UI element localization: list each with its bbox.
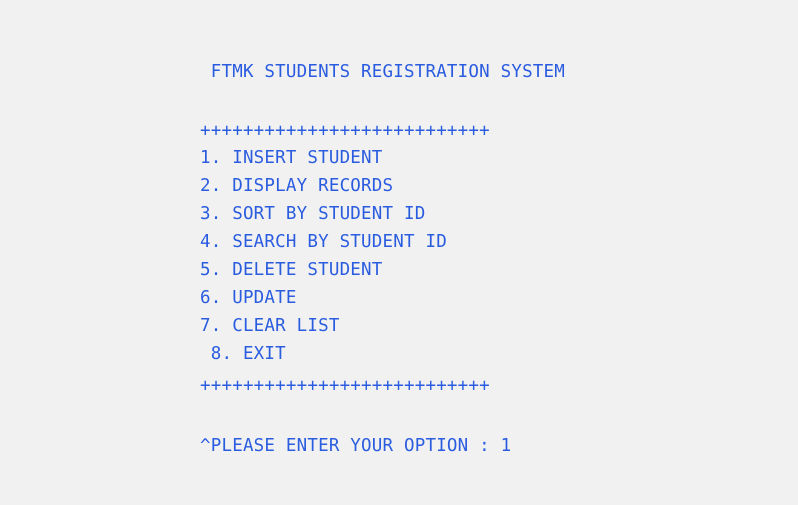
menu-item-sort-by-student-id: 3. SORT BY STUDENT ID — [200, 204, 426, 224]
option-prompt[interactable]: ^PLEASE ENTER YOUR OPTION : 1 — [200, 435, 511, 457]
menu-item-exit: 8. EXIT — [200, 344, 286, 364]
option-prompt-label: ^PLEASE ENTER YOUR OPTION : — [200, 436, 501, 456]
menu-item-search-by-student-id: 4. SEARCH BY STUDENT ID — [200, 232, 447, 252]
menu-item-delete-student: 5. DELETE STUDENT — [200, 260, 383, 280]
menu-item-insert-student: 1. INSERT STUDENT — [200, 148, 383, 168]
menu-item-clear-list: 7. CLEAR LIST — [200, 316, 340, 336]
divider-bottom: +++++++++++++++++++++++++++ — [200, 376, 490, 396]
option-input-value[interactable]: 1 — [501, 436, 512, 456]
system-title: FTMK STUDENTS REGISTRATION SYSTEM — [200, 62, 566, 82]
menu-item-update: 6. UPDATE — [200, 288, 297, 308]
menu-item-display-records: 2. DISPLAY RECORDS — [200, 176, 394, 196]
divider-top: +++++++++++++++++++++++++++ — [200, 121, 490, 141]
console-window: FTMK STUDENTS REGISTRATION SYSTEM ++++++… — [0, 0, 798, 505]
